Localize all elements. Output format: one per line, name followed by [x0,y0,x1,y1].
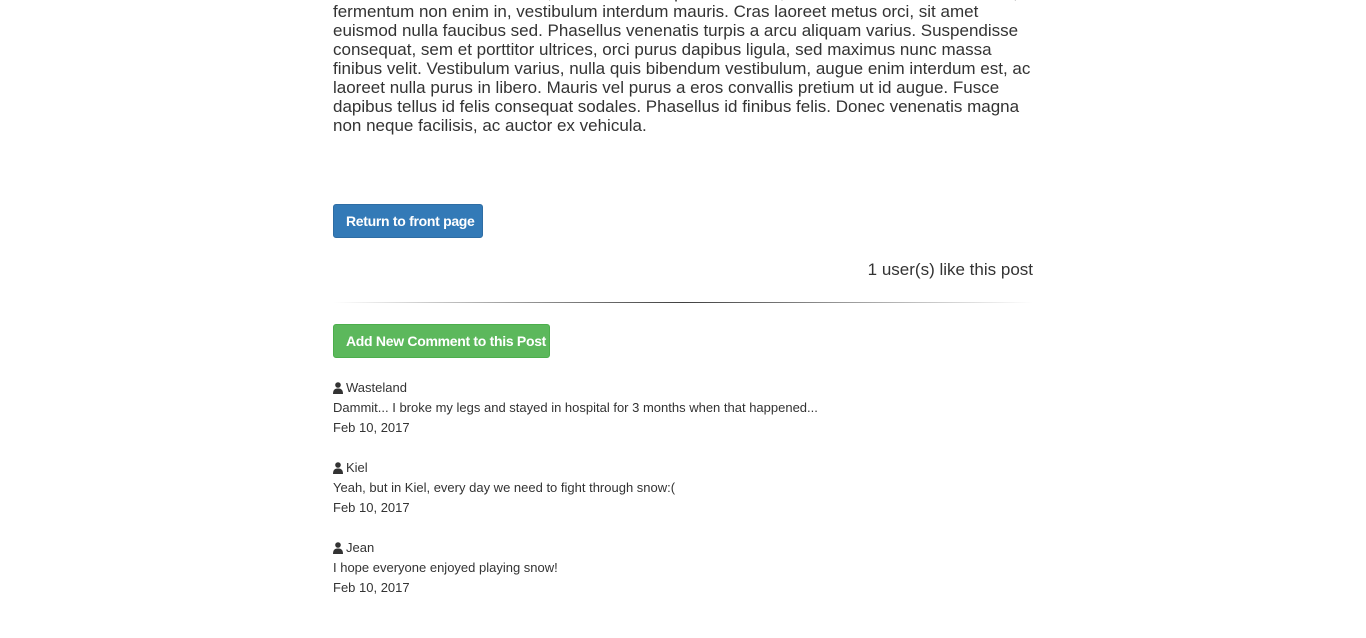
comment-date: Feb 10, 2017 [333,420,410,435]
likes-count: 1 user(s) like this post [867,260,1033,279]
comment-author-name: Jean [346,540,375,555]
comment-author: Wasteland [333,378,1033,398]
comment-text: I hope everyone enjoyed playing snow! [333,560,558,575]
comment-text: Dammit... I broke my legs and stayed in … [333,400,818,415]
comment-item: Jean I hope everyone enjoyed playing sno… [333,538,1033,618]
user-icon [333,462,343,474]
comment-author: Jean [333,538,1033,558]
user-icon [333,382,343,394]
comment-list: Wasteland Dammit... I broke my legs and … [333,378,1033,618]
comment-item: Kiel Yeah, but in Kiel, every day we nee… [333,458,1033,538]
comment-author: Kiel [333,458,1033,478]
comment-item: Wasteland Dammit... I broke my legs and … [333,378,1033,458]
section-divider [333,302,1033,303]
user-icon [333,542,343,554]
comment-date: Feb 10, 2017 [333,580,410,595]
comment-text: Yeah, but in Kiel, every day we need to … [333,480,676,495]
comment-date: Feb 10, 2017 [333,500,410,515]
return-to-front-page-button[interactable]: Return to front page [333,204,483,238]
comment-author-name: Kiel [346,460,368,475]
comment-author-name: Wasteland [346,380,407,395]
post-body: eu lacus. Nunc libero mauris, lacinia ul… [333,0,1031,135]
add-comment-button[interactable]: Add New Comment to this Post [333,324,550,358]
